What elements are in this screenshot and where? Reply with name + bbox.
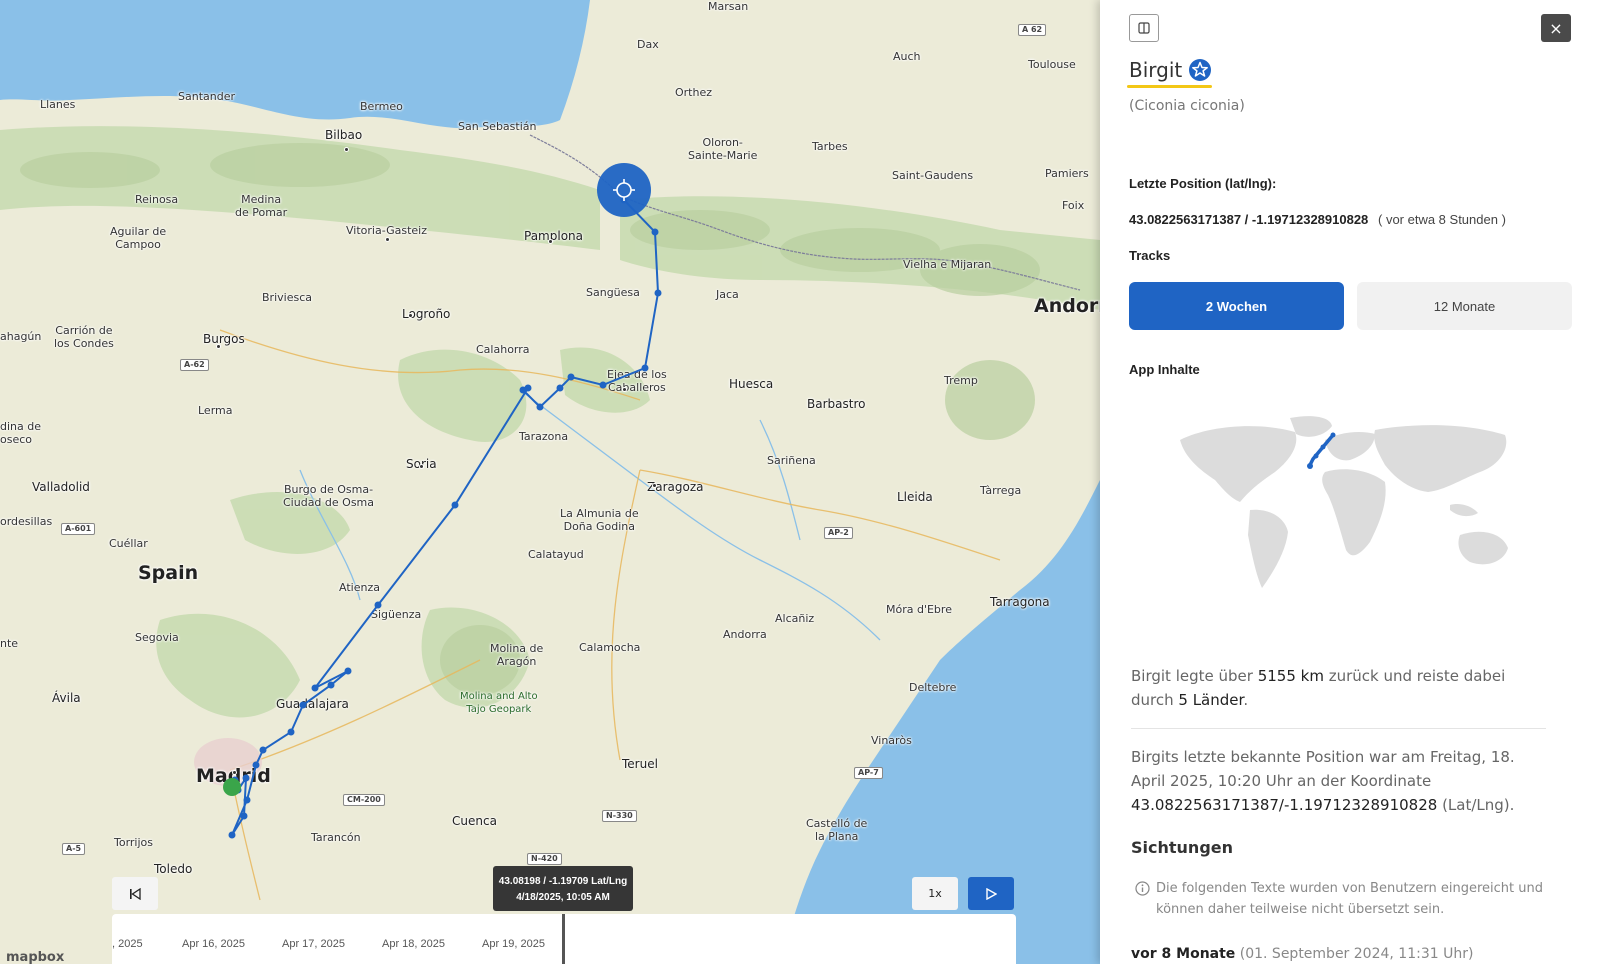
track-2-weeks-button[interactable]: 2 Wochen bbox=[1129, 282, 1344, 330]
track-point[interactable] bbox=[374, 601, 382, 609]
track-point[interactable] bbox=[654, 289, 662, 297]
speed-button[interactable]: 1x bbox=[912, 877, 958, 910]
tooltip-coords: 43.08198 / -1.19709 Lat/Lng bbox=[498, 876, 628, 887]
timeline-tick: Apr 18, 2025 bbox=[382, 938, 445, 950]
track-point[interactable] bbox=[240, 812, 248, 820]
timeline-tick: Apr 16, 2025 bbox=[182, 938, 245, 950]
track-point[interactable] bbox=[287, 728, 295, 736]
timeline[interactable]: , 2025 Apr 16, 2025 Apr 17, 2025 Apr 18,… bbox=[112, 914, 1016, 964]
rewind-button[interactable] bbox=[112, 877, 158, 910]
species-name: (Ciconia ciconia) bbox=[1129, 98, 1245, 114]
sidebar-toggle-icon bbox=[1138, 22, 1150, 34]
track-point[interactable] bbox=[299, 701, 307, 709]
timeline-tick: Apr 19, 2025 bbox=[482, 938, 545, 950]
timeline-cursor[interactable] bbox=[562, 914, 565, 964]
verified-star-icon bbox=[1189, 59, 1211, 81]
detail-panel: × Birgit (Ciconia ciconia) Letzte Positi… bbox=[1100, 0, 1600, 964]
tracks-label: Tracks bbox=[1129, 248, 1171, 263]
position-text-coords: 43.0822563171387/-1.19712328910828 bbox=[1131, 796, 1438, 814]
sidebar-toggle-button[interactable] bbox=[1129, 14, 1159, 42]
map-view[interactable]: Marsan A 62 Dax Auch Toulouse Orthez Santander… bbox=[0, 0, 1100, 964]
track-point[interactable] bbox=[451, 501, 459, 509]
position-text-suffix: (Lat/Lng). bbox=[1437, 796, 1515, 814]
world-map bbox=[1180, 416, 1508, 588]
track-point[interactable] bbox=[524, 384, 532, 392]
position-label: Letzte Position (lat/lng): bbox=[1129, 176, 1277, 191]
tooltip-time: 4/18/2025, 10:05 AM bbox=[516, 892, 610, 903]
translation-notice: Die folgenden Texte wurden von Benutzern… bbox=[1156, 881, 1543, 917]
track-point[interactable] bbox=[556, 384, 564, 392]
position-text-prefix: Birgits letzte bekannte Position war am … bbox=[1131, 748, 1515, 790]
track-point[interactable] bbox=[252, 761, 260, 769]
track-overlay bbox=[223, 163, 662, 839]
close-button[interactable]: × bbox=[1541, 14, 1571, 42]
track-12-months-button[interactable]: 12 Monate bbox=[1357, 282, 1572, 330]
sighting-entry[interactable]: vor 8 Monate (01. September 2024, 11:31 … bbox=[1131, 946, 1473, 962]
track-line bbox=[231, 199, 660, 836]
track-point[interactable] bbox=[641, 364, 649, 372]
summary-distance: 5155 km bbox=[1257, 667, 1324, 685]
start-marker[interactable] bbox=[223, 778, 241, 796]
track-point[interactable] bbox=[327, 681, 335, 689]
sightings-heading: Sichtungen bbox=[1131, 838, 1234, 857]
position-value: 43.0822563171387 / -1.19712328910828 bbox=[1129, 212, 1369, 227]
track-point[interactable] bbox=[228, 831, 236, 839]
skip-back-icon bbox=[130, 887, 141, 900]
track-point[interactable] bbox=[567, 373, 575, 381]
animal-name: Birgit bbox=[1129, 58, 1183, 82]
timeline-tick: , 2025 bbox=[112, 938, 143, 950]
track-point[interactable] bbox=[242, 774, 250, 782]
divider bbox=[1131, 728, 1546, 729]
sighting-when: vor 8 Monate bbox=[1131, 946, 1236, 962]
current-position-marker[interactable] bbox=[597, 163, 651, 217]
track-point[interactable] bbox=[536, 403, 544, 411]
sighting-date: (01. September 2024, 11:31 Uhr) bbox=[1239, 946, 1474, 962]
track-point[interactable] bbox=[259, 746, 267, 754]
last-position-text: Birgits letzte bekannte Position war am … bbox=[1131, 745, 1551, 817]
position-tooltip: 43.08198 / -1.19709 Lat/Lng 4/18/2025, 1… bbox=[493, 866, 633, 911]
track-point[interactable] bbox=[243, 796, 251, 804]
name-underline bbox=[1127, 85, 1212, 88]
play-icon bbox=[986, 887, 997, 900]
summary-suffix: . bbox=[1243, 691, 1249, 709]
app-content-label: App Inhalte bbox=[1129, 362, 1200, 377]
track-point[interactable] bbox=[651, 228, 659, 236]
summary-countries: 5 Länder bbox=[1178, 691, 1244, 709]
summary-prefix: Birgit legte über bbox=[1131, 667, 1258, 685]
mapbox-logo: mapbox bbox=[6, 950, 65, 964]
timeline-tick: Apr 17, 2025 bbox=[282, 938, 345, 950]
track-point[interactable] bbox=[311, 684, 319, 692]
track-point[interactable] bbox=[344, 667, 352, 675]
info-icon bbox=[1135, 881, 1150, 896]
play-button[interactable] bbox=[968, 877, 1014, 910]
travel-summary: Birgit legte über 5155 km zurück und rei… bbox=[1131, 664, 1551, 712]
track-point[interactable] bbox=[599, 381, 607, 389]
position-ago: ( vor etwa 8 Stunden ) bbox=[1378, 212, 1506, 227]
